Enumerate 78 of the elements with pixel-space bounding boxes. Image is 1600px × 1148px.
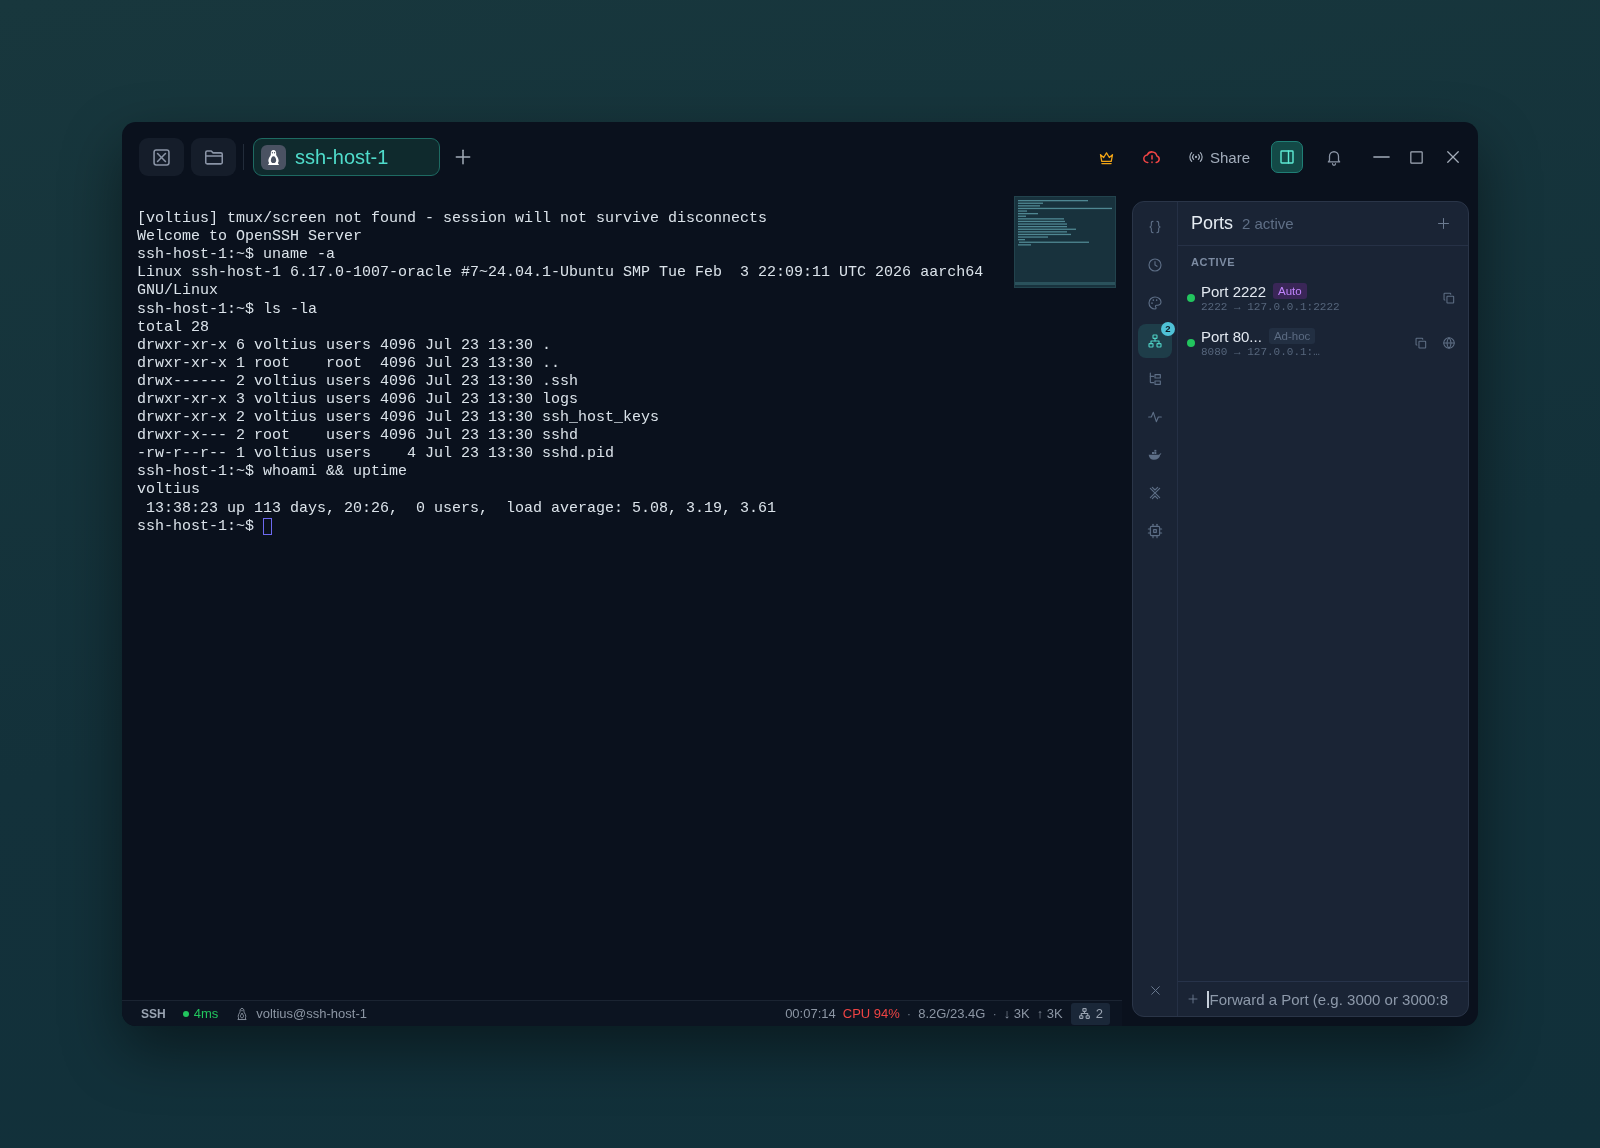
terminal-line: Welcome to OpenSSH Server xyxy=(137,228,363,247)
whale-icon xyxy=(1147,447,1163,463)
broadcast-icon xyxy=(1187,149,1204,165)
session-tab[interactable]: ssh-host-1 xyxy=(253,138,440,176)
latency-text: 4ms xyxy=(193,1006,219,1021)
terminal-line: -rw-r--r-- 1 voltius users 4 Jul 23 13:30 sshd.pid xyxy=(137,445,615,464)
globe-icon xyxy=(1442,336,1456,350)
clock-icon xyxy=(1147,257,1163,273)
terminal-line: total 28 xyxy=(137,318,209,337)
terminal-line: drwxr-x--- 2 root users 4096 Jul 23 13:30 sshd xyxy=(137,427,579,446)
metric-text: ↑ 3K xyxy=(1036,1006,1063,1021)
pulse-icon xyxy=(1147,409,1163,425)
ports-indicator[interactable]: 2 xyxy=(1070,1002,1110,1025)
terminal-line: GNU/Linux xyxy=(137,282,218,301)
chip-icon xyxy=(1147,523,1163,539)
tree-icon xyxy=(1147,371,1163,387)
bell-icon xyxy=(1325,148,1343,166)
share-button[interactable]: Share xyxy=(1181,142,1256,172)
terminal-line: drwxr-xr-x 2 voltius users 4096 Jul 23 13:30 ssh_host_keys xyxy=(137,409,660,428)
terminal-line: ssh-host-1:~$ xyxy=(137,517,255,536)
terminal-line: ssh-host-1:~$ ls -la xyxy=(137,300,318,319)
port-tag: Auto xyxy=(1273,283,1307,299)
plus-icon xyxy=(1436,216,1451,231)
globe-button[interactable] xyxy=(1442,336,1456,350)
panel-icon xyxy=(1278,148,1296,166)
panel-title: Ports xyxy=(1191,213,1233,234)
close-icon xyxy=(1444,148,1462,166)
close-icon xyxy=(1148,983,1162,997)
minimap-drawing[interactable] xyxy=(1014,196,1116,288)
metric-text: ↓ 3K xyxy=(1003,1006,1030,1021)
terminal-line: [voltius] tmux/screen not found - session will not survive disconnects xyxy=(137,210,768,229)
separator-dot: · xyxy=(992,1006,997,1021)
terminal-line: voltius xyxy=(137,481,200,500)
terminal-line: drwx------ 2 voltius users 4096 Jul 23 13:30 .ssh xyxy=(137,372,579,391)
braces-icon xyxy=(1147,219,1163,235)
copy-button[interactable] xyxy=(1442,291,1456,305)
port-name: Port 2222 xyxy=(1201,282,1267,300)
metric-text: CPU 94% xyxy=(842,1006,900,1021)
add-port-button[interactable] xyxy=(1436,216,1451,231)
terminal-line: drwxr-xr-x 3 voltius users 4096 Jul 23 13:30 logs xyxy=(137,391,579,409)
penguin-icon xyxy=(235,1006,250,1021)
port-tag: Ad-hoc xyxy=(1268,328,1316,344)
square-x-button[interactable] xyxy=(139,138,184,176)
metric-text: 8.2G/23.4G xyxy=(918,1006,986,1021)
plus-icon xyxy=(1187,993,1199,1005)
terminal-line: drwxr-xr-x 1 root root 4096 Jul 23 13:30 .. xyxy=(137,354,561,373)
copy-button[interactable] xyxy=(1414,336,1428,350)
user-host-text: voltius@ssh-host-1 xyxy=(256,1006,367,1021)
port-mapping: 8080 → 127.0.0.1:… xyxy=(1201,345,1320,359)
protocol-label: SSH xyxy=(141,1006,166,1021)
terminal-line: drwxr-xr-x 6 voltius users 4096 Jul 23 13:30 . xyxy=(137,336,552,355)
status-dot-icon xyxy=(182,1010,189,1017)
maximize-icon xyxy=(1407,148,1425,166)
separator-dot: · xyxy=(906,1006,912,1021)
terminal-line: ssh-host-1:~$ whoami && uptime xyxy=(137,463,408,482)
plus-icon xyxy=(453,147,473,167)
folder-button[interactable] xyxy=(191,138,236,176)
cross-icon xyxy=(1147,485,1163,501)
section-heading: ACTIVE xyxy=(1190,255,1237,270)
port-input-field[interactable]: Forward a Port (e.g. 3000 or 3000:8 xyxy=(1208,990,1468,1008)
penguin-icon xyxy=(261,144,286,170)
terminal-line: ssh-host-1:~$ uname -a xyxy=(137,246,336,265)
count-badge: 2 xyxy=(1161,322,1175,336)
network-icon xyxy=(1077,1007,1091,1020)
network-icon xyxy=(1147,333,1163,349)
palette-icon xyxy=(1147,295,1163,311)
minimize-icon xyxy=(1372,156,1390,158)
port-name: Port 80... xyxy=(1201,327,1262,345)
tool-button[interactable]: 2 xyxy=(1138,324,1172,358)
terminal-line: Linux ssh-host-1 6.17.0-1007-oracle #7~24.04.1-Ubuntu SMP Tue Feb 3 22:09:11 UTC 2026 aarch64 xyxy=(137,264,984,283)
terminal-line: 13:38:23 up 113 days, 20:26, 0 users, load average: 5.08, 3.19, 3.61 xyxy=(145,499,777,518)
copy-icon xyxy=(1414,336,1428,350)
active-count: 2 active xyxy=(1242,215,1294,232)
square-x-icon xyxy=(151,146,172,168)
panel-toggle-button[interactable] xyxy=(1271,141,1303,173)
metric-text: 00:07:14 xyxy=(785,1006,836,1021)
port-mapping: 2222 → 127.0.0.1:2222 xyxy=(1201,300,1340,314)
copy-icon xyxy=(1442,291,1456,305)
